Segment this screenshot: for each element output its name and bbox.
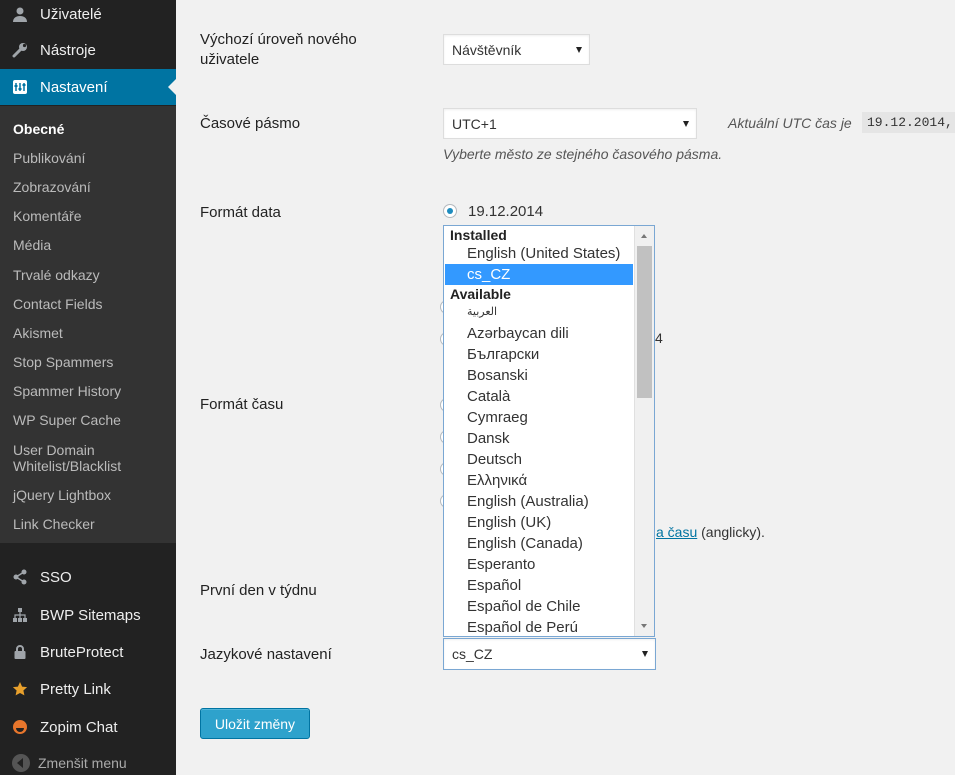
dropdown-option[interactable]: Català (445, 386, 633, 407)
partial-date-text: 4 (655, 330, 663, 346)
menu-settings[interactable]: Nastavení (0, 69, 176, 105)
menu-bwp-sitemaps-label: BWP Sitemaps (40, 606, 141, 624)
admin-sidebar: Uživatelé Nástroje Nastavení Obecné Publ… (0, 0, 176, 775)
dropdown-option[interactable]: Español de Perú (445, 617, 633, 636)
settings-submenu: Obecné Publikování Zobrazování Komentáře… (0, 106, 176, 543)
language-select[interactable]: cs_CZ (443, 638, 656, 670)
timezone-value: UTC+1 (452, 115, 497, 132)
star-icon (10, 679, 30, 699)
menu-users-label: Uživatelé (40, 5, 102, 23)
submenu-user-domain-whitelist[interactable]: User Domain Whitelist/Blacklist (13, 442, 163, 474)
dropdown-group-installed: Installed (450, 227, 507, 243)
share-icon (10, 567, 30, 587)
utc-time-label: Aktuální UTC čas je (728, 115, 852, 131)
dropdown-option[interactable]: Cymraeg (445, 407, 633, 428)
dropdown-option[interactable]: English (Australia) (445, 491, 633, 512)
submenu-wp-super-cache[interactable]: WP Super Cache (13, 412, 163, 428)
scroll-up-icon[interactable] (641, 234, 647, 238)
submenu-general[interactable]: Obecné (13, 121, 163, 137)
menu-bruteprotect-label: BruteProtect (40, 643, 124, 661)
dropdown-group-available: Available (450, 286, 511, 302)
submenu-stop-spammers[interactable]: Stop Spammers (13, 354, 163, 370)
settings-icon (10, 77, 30, 97)
sitemap-icon (10, 605, 30, 625)
chevron-down-icon (642, 651, 648, 657)
menu-pretty-link-label: Pretty Link (40, 680, 111, 698)
submenu-writing[interactable]: Publikování (13, 150, 163, 166)
time-format-label: Formát času (200, 396, 284, 413)
time-doc-text: a času (anglicky). (656, 524, 765, 540)
menu-tools-label: Nástroje (40, 41, 96, 59)
time-doc-link[interactable]: a času (656, 524, 697, 540)
collapse-arrow-icon (12, 754, 30, 772)
date-format-radio[interactable] (443, 204, 457, 218)
language-label: Jazykové nastavení (200, 646, 332, 663)
language-dropdown-list[interactable]: Installed English (United States) cs_CZ … (443, 225, 655, 637)
dropdown-option[interactable]: Deutsch (445, 449, 633, 470)
week-start-label: První den v týdnu (200, 582, 317, 599)
dropdown-option[interactable]: Български (445, 344, 633, 365)
utc-time-value: 19.12.2014, (862, 112, 955, 133)
lock-icon (10, 642, 30, 662)
date-format-option: 19.12.2014 (468, 203, 544, 220)
dropdown-option[interactable]: Esperanto (445, 554, 633, 575)
chat-icon (10, 717, 30, 737)
dropdown-option[interactable]: Español (445, 575, 633, 596)
menu-sso[interactable]: SSO (0, 559, 176, 595)
default-role-select[interactable]: Návštěvník (443, 34, 590, 65)
menu-tools[interactable]: Nástroje (0, 32, 176, 68)
submenu-media[interactable]: Média (13, 237, 163, 253)
user-icon (10, 4, 30, 24)
menu-pretty-link[interactable]: Pretty Link (0, 671, 176, 707)
submenu-discussion[interactable]: Komentáře (13, 208, 163, 224)
submenu-jquery-lightbox[interactable]: jQuery Lightbox (13, 487, 163, 503)
menu-users[interactable]: Uživatelé (0, 0, 176, 32)
chevron-down-icon (576, 46, 582, 53)
collapse-menu-button[interactable]: Zmenšit menu (12, 754, 127, 772)
default-role-label: Výchozí úroveň nového uživatele (200, 31, 357, 68)
dropdown-option[interactable]: English (UK) (445, 512, 633, 533)
dropdown-option[interactable]: Español de Chile (445, 596, 633, 617)
menu-bruteprotect[interactable]: BruteProtect (0, 634, 176, 670)
dropdown-option[interactable]: Bosanski (445, 365, 633, 386)
collapse-menu-label: Zmenšit menu (38, 755, 127, 771)
time-doc-suffix: (anglicky). (701, 524, 765, 540)
submenu-spammer-history[interactable]: Spammer History (13, 383, 163, 399)
timezone-label: Časové pásmo (200, 115, 301, 132)
dropdown-option[interactable]: Ελληνικά (445, 470, 633, 491)
menu-zopim-chat[interactable]: Zopim Chat (0, 709, 176, 745)
submenu-akismet[interactable]: Akismet (13, 325, 163, 341)
dropdown-option[interactable]: English (Canada) (445, 533, 633, 554)
dropdown-option[interactable]: Dansk (445, 428, 633, 449)
scroll-down-icon[interactable] (641, 624, 647, 628)
wrench-icon (10, 40, 30, 60)
default-role-value: Návštěvník (452, 41, 522, 58)
menu-zopim-chat-label: Zopim Chat (40, 718, 118, 736)
submenu-contact-fields[interactable]: Contact Fields (13, 296, 163, 312)
menu-bwp-sitemaps[interactable]: BWP Sitemaps (0, 597, 176, 633)
dropdown-option[interactable]: Azərbaycan dili (445, 323, 633, 344)
menu-sso-label: SSO (40, 568, 72, 586)
timezone-description: Vyberte město ze stejného časového pásma… (443, 146, 723, 162)
save-button[interactable]: Uložit změny (200, 708, 310, 739)
dropdown-option[interactable]: English (United States) (445, 243, 633, 264)
dropdown-option-selected[interactable]: cs_CZ (445, 264, 633, 285)
date-format-label: Formát data (200, 204, 281, 221)
timezone-select[interactable]: UTC+1 (443, 108, 697, 139)
submenu-reading[interactable]: Zobrazování (13, 179, 163, 195)
scrollbar-thumb[interactable] (637, 246, 652, 398)
submenu-link-checker[interactable]: Link Checker (13, 516, 163, 532)
menu-settings-label: Nastavení (40, 78, 108, 96)
dropdown-scrollbar[interactable] (634, 226, 654, 636)
dropdown-option[interactable]: العربية (445, 302, 633, 323)
submenu-permalinks[interactable]: Trvalé odkazy (13, 267, 163, 283)
chevron-down-icon (683, 120, 689, 127)
language-value: cs_CZ (452, 646, 493, 662)
